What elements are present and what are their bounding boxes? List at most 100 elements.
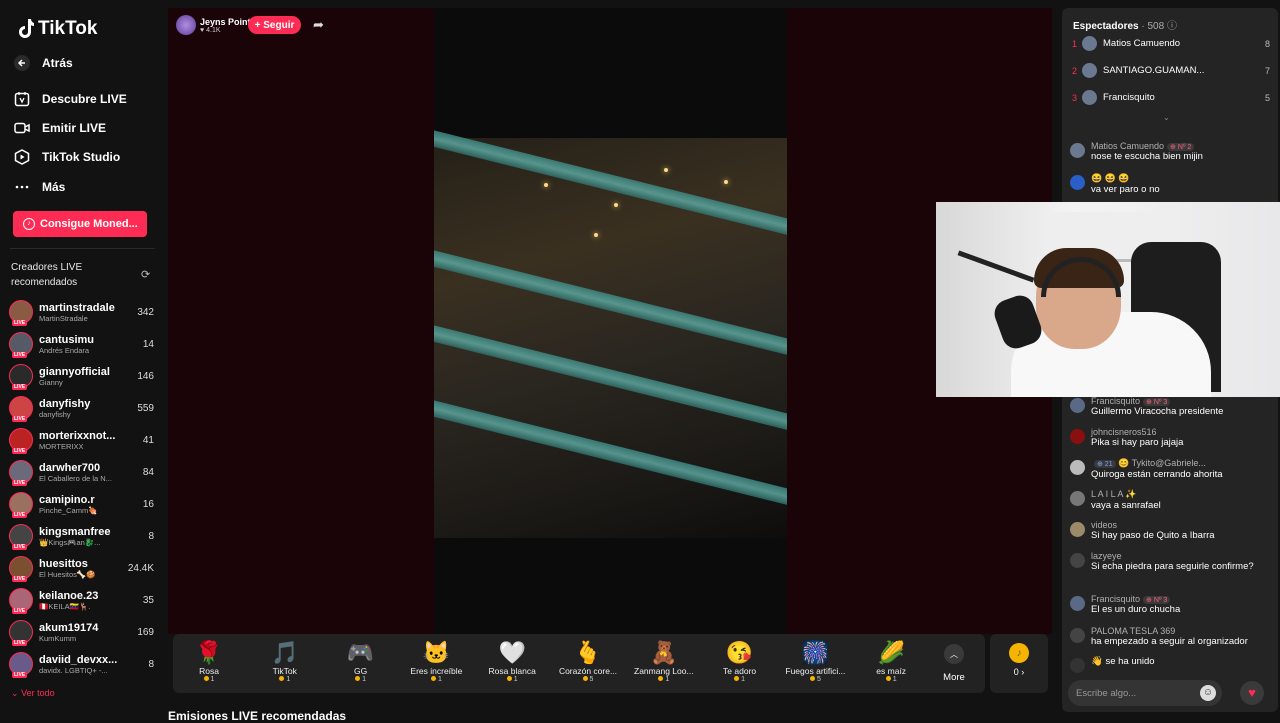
top-viewer-row[interactable]: 2 SANTIAGO.GUAMAN... 7: [1072, 63, 1270, 78]
creator-viewer-count: 559: [137, 402, 154, 414]
creator-viewer-count: 41: [142, 434, 154, 446]
gift-price: 1: [702, 676, 778, 683]
viewer-score: 7: [1264, 65, 1270, 76]
refresh-icon[interactable]: ⟳: [141, 268, 150, 281]
creator-item[interactable]: LIVE daviid_devxx... davidx. LGBTIQ+ -... 8: [9, 649, 154, 679]
coin-icon: [734, 676, 740, 681]
chat-message[interactable]: L A I L A ✨ vaya a sanrafael: [1070, 489, 1270, 512]
video-camera-icon: [14, 122, 30, 134]
like-heart-button[interactable]: ♥: [1240, 681, 1264, 705]
gift-price: 1: [171, 676, 247, 683]
creator-subtitle: Gianny: [39, 377, 63, 387]
creator-item[interactable]: LIVE morterixxnot... MORTERIXX 41: [9, 425, 154, 455]
emoji-icon[interactable]: ☺: [1200, 685, 1216, 701]
creator-item[interactable]: LIVE danyfishy danyfishy 559: [9, 393, 154, 423]
gift-item[interactable]: 🐱 Eres increíble 1: [398, 640, 474, 683]
chat-text: vaya a sanrafael: [1091, 500, 1161, 511]
tiktok-note-icon: [19, 19, 34, 38]
creator-item[interactable]: LIVE akum19174 KumKumm 169: [9, 617, 154, 647]
gift-icon: 🫰: [574, 640, 602, 665]
chat-message[interactable]: johncisneros516 Pika si hay paro jajaja: [1070, 427, 1270, 449]
creator-item[interactable]: LIVE camipino.r Pinche_Camm🍖 16: [9, 489, 154, 519]
creator-subtitle: Andrés Endara: [39, 345, 90, 355]
chat-message[interactable]: videos Si hay paso de Quito a Ibarra: [1070, 520, 1270, 542]
gift-item[interactable]: 🎆 Fuegos artifici... 5: [777, 640, 853, 683]
coin-balance-button[interactable]: ♪ 0 ›: [990, 634, 1048, 693]
chat-message[interactable]: Matios Camuendo ⊕ Nº 2 nose te escucha bie…: [1070, 141, 1270, 163]
nav-go-live[interactable]: Emitir LIVE: [14, 120, 106, 136]
live-video[interactable]: [434, 8, 787, 634]
coin-icon: [582, 676, 588, 681]
chat-message[interactable]: PALOMA TESLA 369 ha empezado a seguir al…: [1070, 626, 1270, 648]
live-badge: LIVE: [12, 608, 28, 614]
gift-name: Rosa blanca: [488, 666, 536, 676]
see-all-link[interactable]: ⌄ Ver todo: [11, 688, 55, 699]
creator-avatar: LIVE: [9, 364, 33, 390]
sidebar: TikTok Atrás Descubre LIVE Emitir LIVE T…: [0, 0, 160, 720]
creator-subtitle: 👑Kings🎮an🐉...: [39, 537, 101, 547]
coin-icon: ♪: [1009, 643, 1029, 663]
host-avatar[interactable]: [176, 15, 196, 35]
creator-item[interactable]: LIVE martinstradale MartinStradale 342: [9, 297, 154, 327]
creator-item[interactable]: LIVE keilanoe.23 🇵🇪KEILA🇻🇪🦌. 35: [9, 585, 154, 615]
gift-item[interactable]: 😘 Te adoro 1: [702, 640, 778, 683]
share-icon[interactable]: ➦: [313, 17, 324, 33]
info-icon[interactable]: ⓘ: [1167, 21, 1177, 32]
creator-subtitle: El Caballero de la N...: [39, 473, 112, 483]
gift-item[interactable]: 🤍 Rosa blanca 1: [474, 640, 550, 683]
comment-input[interactable]: [1076, 684, 1196, 702]
creator-name: danyfishy: [39, 397, 91, 410]
top-viewer-row[interactable]: 1 Matios Camuendo 8: [1072, 36, 1270, 51]
chat-message[interactable]: 😆 😆 😆 va ver paro o no: [1070, 173, 1270, 196]
viewer-name: Matios Camuendo: [1103, 38, 1181, 49]
logo-text: TikTok: [38, 18, 98, 39]
gift-icon: 🌹: [195, 640, 223, 665]
gift-item[interactable]: 🫰 Corazón core... 5: [550, 640, 626, 683]
creator-subtitle: MartinStradale: [39, 313, 88, 323]
gift-icon: 🎆: [801, 640, 830, 665]
sidebar-divider: [10, 248, 155, 249]
nav-more[interactable]: Más: [14, 179, 65, 195]
creator-item[interactable]: LIVE giannyofficial Gianny 146: [9, 361, 154, 391]
gift-item[interactable]: 🎮 GG 1: [323, 640, 399, 683]
nav-discover-live[interactable]: Descubre LIVE: [14, 91, 127, 107]
creator-item[interactable]: LIVE kingsmanfree 👑Kings🎮an🐉... 8: [9, 521, 154, 551]
chat-avatar: [1070, 398, 1085, 413]
double-chevron-down-icon[interactable]: ⌄: [1163, 113, 1170, 122]
host-info[interactable]: Jeyns Point ♥ 4.1K: [176, 15, 251, 35]
coin-icon: [809, 676, 815, 681]
gift-item[interactable]: 🎵 TikTok 1: [247, 640, 323, 683]
nav-tiktok-studio[interactable]: TikTok Studio: [14, 149, 120, 165]
chat-message[interactable]: lazyeye Si echa piedra para seguirle conf…: [1070, 551, 1270, 573]
chat-message[interactable]: ⊕ 21 😊 Tykito@Gabriele... Quiroga están c…: [1070, 458, 1270, 481]
top-viewer-row[interactable]: 3 Francisquito 5: [1072, 90, 1270, 105]
more-gifts-button[interactable]: ︿ More: [940, 644, 968, 683]
tiktok-logo[interactable]: TikTok: [16, 18, 97, 40]
more-dots-icon: [15, 185, 29, 189]
gift-item[interactable]: 🌽 es maíz 1: [853, 640, 929, 683]
gift-price-value: 1: [513, 676, 518, 683]
live-badge: LIVE: [12, 576, 28, 582]
creator-item[interactable]: LIVE huesittos El Huesitos🦴🍪 24.4K: [9, 553, 154, 583]
gift-price-value: 1: [892, 676, 897, 683]
gift-price: 1: [398, 676, 474, 683]
creator-subtitle: Pinche_Camm🍖: [39, 505, 98, 515]
back-button[interactable]: Atrás: [14, 55, 73, 71]
live-badge: LIVE: [12, 512, 28, 518]
gift-item[interactable]: 🧸 Zanmang Loo... 1: [626, 640, 702, 683]
creator-item[interactable]: LIVE darwher700 El Caballero de la N... 84: [9, 457, 154, 487]
chat-message[interactable]: Francisquito ⊕ Nº 3 El es un duro chucha: [1070, 594, 1270, 616]
chat-username: Matios Camuendo: [1091, 141, 1165, 151]
follow-button[interactable]: + Seguir: [248, 16, 301, 34]
get-coins-button[interactable]: ♪ Consigue Moned...: [13, 211, 147, 237]
gift-item[interactable]: 🌹 Rosa 1: [171, 640, 247, 683]
chat-message[interactable]: Francisquito ⊕ Nº 3 Guillermo Viracocha pr…: [1070, 396, 1270, 418]
creator-item[interactable]: LIVE cantusimu Andrés Endara 14: [9, 329, 154, 359]
rank-badge: ⊕ Nº 2: [1167, 143, 1195, 151]
creator-name: martinstradale: [39, 301, 115, 314]
chat-message[interactable]: 👋 se ha unido: [1070, 656, 1270, 673]
coin-icon: [885, 676, 891, 681]
chat-avatar: [1070, 491, 1085, 506]
coin-icon: [430, 676, 436, 681]
coin-icon: [506, 676, 512, 681]
